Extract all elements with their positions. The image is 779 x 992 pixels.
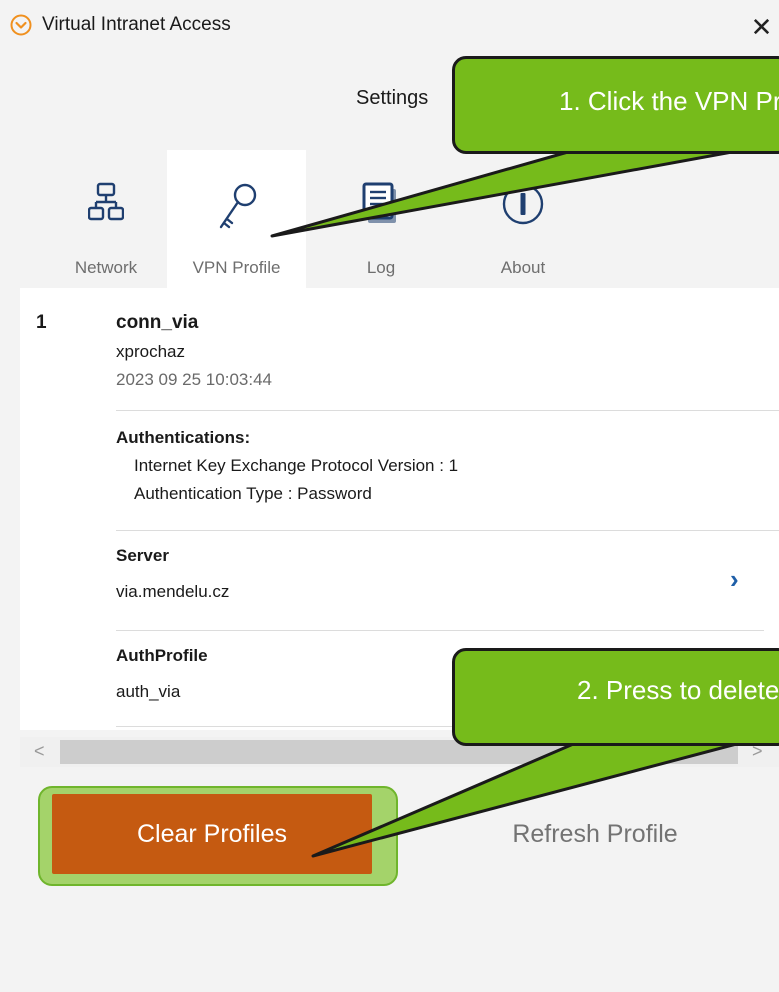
callout-step2: 2. Press to delete: [452, 648, 779, 746]
callout-step1: 1. Click the VPN Profile: [452, 56, 779, 154]
